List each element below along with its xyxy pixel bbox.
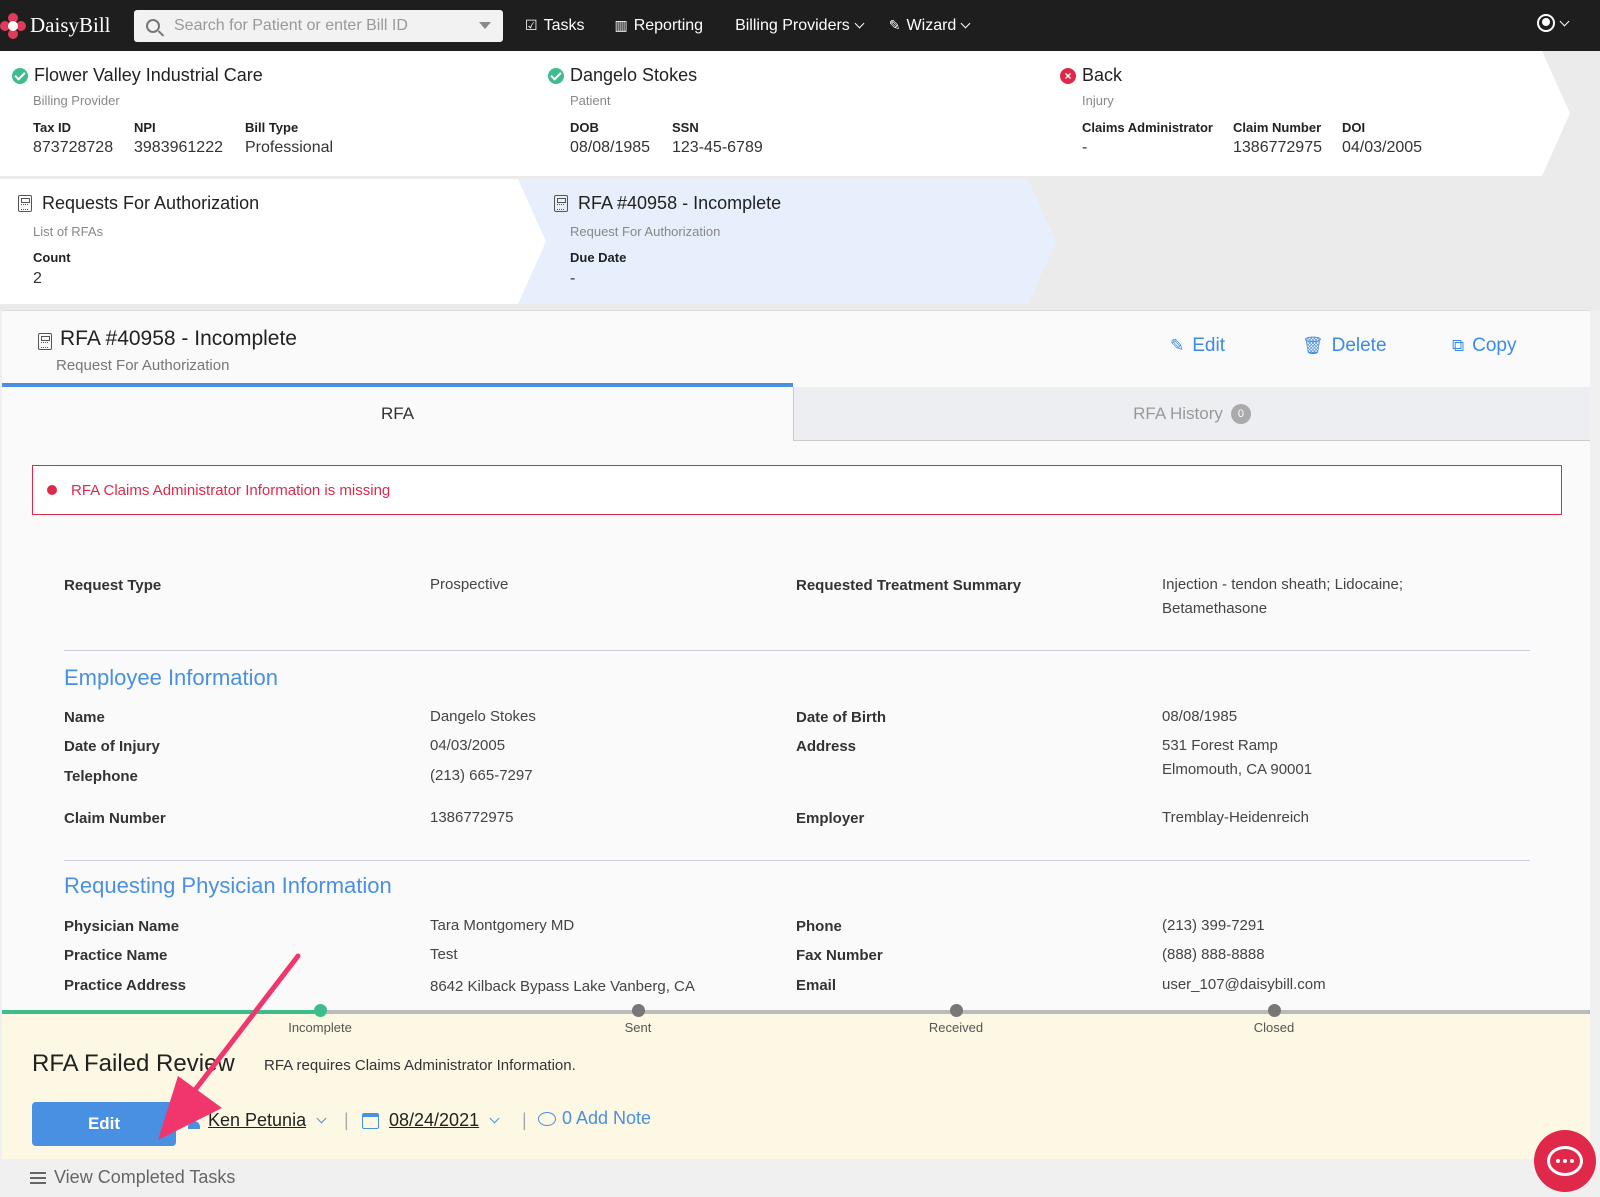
- annotation-arrow: [158, 953, 301, 1140]
